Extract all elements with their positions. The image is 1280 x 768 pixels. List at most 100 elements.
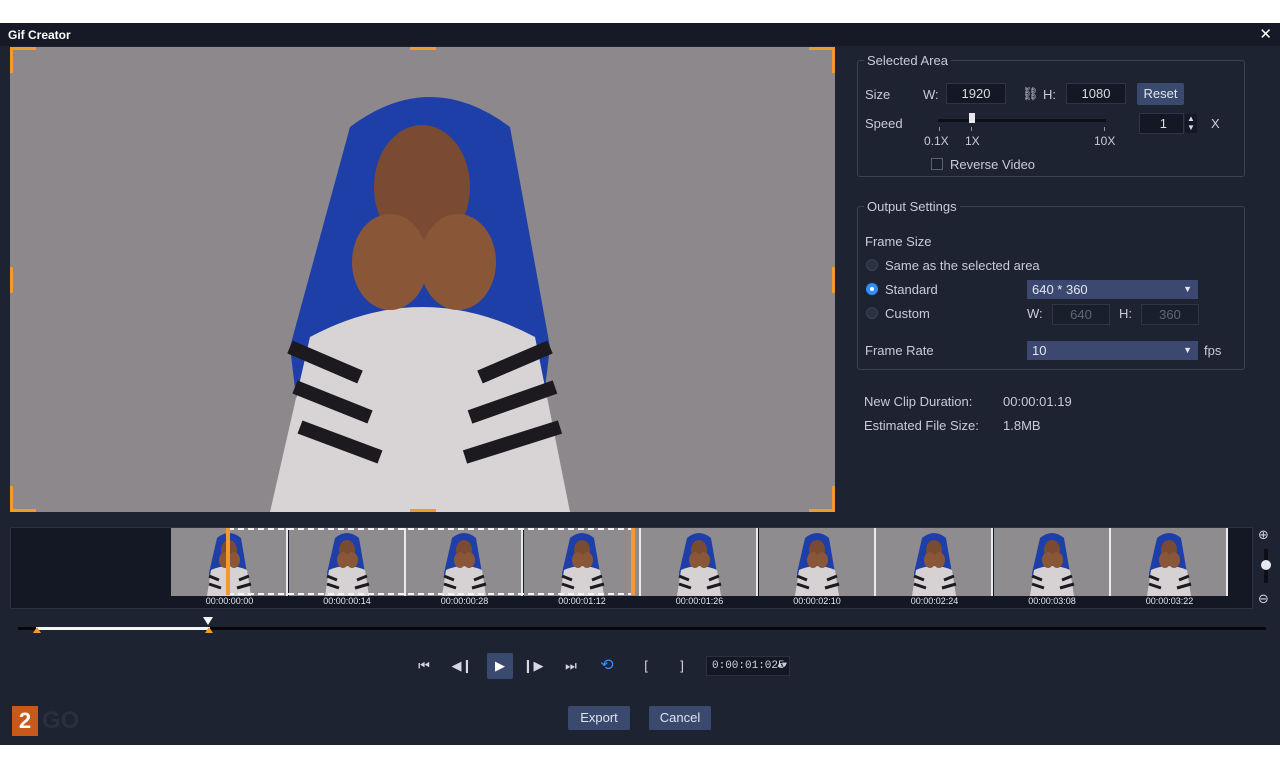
thumbnail-image (876, 528, 991, 596)
speed-tick (971, 127, 972, 131)
filesize-value: 1.8MB (1003, 418, 1041, 433)
frame-strip[interactable]: 00:00:00:00 00:00:00:14 00:00:00:28 00:00:0… (10, 527, 1253, 609)
crop-handle-right[interactable] (832, 267, 835, 293)
timecode-input[interactable]: 0:00:01:025 ▲▼ (706, 656, 790, 676)
crop-handle-bottom[interactable] (410, 509, 436, 512)
play-icon[interactable]: ▶ (487, 653, 513, 679)
zoom-in-icon[interactable]: ⊕ (1258, 527, 1274, 543)
crop-handle-left[interactable] (10, 267, 13, 293)
thumbnail-image (993, 528, 1109, 596)
logo-text: GO (42, 707, 80, 734)
size-label: Size (865, 87, 891, 102)
range-start-handle[interactable] (226, 528, 230, 595)
logo-badge: 2 (12, 706, 38, 736)
frame-rate-dropdown[interactable]: 10 ▼ (1027, 341, 1198, 360)
zoom-slider-thumb[interactable] (1261, 560, 1271, 570)
radio-same-as-selected[interactable] (866, 259, 878, 271)
mark-in-button[interactable]: [ (633, 653, 659, 679)
crop-handle-bottom-right[interactable] (809, 486, 835, 512)
frame-thumbnail[interactable] (993, 528, 1111, 596)
frame-size-label: Frame Size (865, 234, 932, 249)
frame-rate-value: 10 (1032, 343, 1047, 358)
dialog-title: Gif Creator (8, 28, 71, 42)
mark-out-button[interactable]: ] (669, 653, 695, 679)
selected-area-title: Selected Area (864, 53, 951, 68)
width-input[interactable]: 1920 (946, 83, 1006, 104)
frame-rate-unit: fps (1204, 343, 1222, 358)
title-bar: Gif Creator ✕ (0, 23, 1280, 46)
frame-timestamp: 00:00:01:12 (558, 596, 606, 606)
speed-slider-track[interactable] (938, 119, 1106, 122)
scrub-selected-range (36, 627, 210, 630)
cancel-button[interactable]: Cancel (649, 706, 711, 730)
previous-frame-icon[interactable]: ◀❙ (449, 653, 475, 679)
duration-label: New Clip Duration: (864, 394, 973, 409)
radio-custom[interactable] (866, 307, 878, 319)
speed-slider-thumb[interactable] (969, 113, 975, 123)
frame-timestamp: 00:00:03:22 (1145, 596, 1194, 606)
filesize-label: Estimated File Size: (864, 418, 979, 433)
radio-standard[interactable] (866, 283, 878, 295)
crop-handle-bottom-left[interactable] (10, 486, 36, 512)
chevron-down-icon: ▼ (1183, 345, 1192, 355)
crop-handle-top-left[interactable] (10, 47, 36, 73)
height-label: H: (1043, 87, 1056, 102)
standard-size-dropdown[interactable]: 640 * 360 ▼ (1027, 280, 1198, 299)
selected-area-group: Selected Area Size W: 1920 ⛓ H: 1080 Res… (857, 53, 1245, 177)
go-to-end-icon[interactable]: ⏭ (558, 653, 584, 679)
playhead-marker[interactable] (203, 617, 213, 625)
frame-timestamp: 00:00:02:10 (793, 596, 841, 606)
output-settings-title: Output Settings (864, 199, 960, 214)
chevron-down-icon: ▼ (1183, 284, 1192, 294)
go-to-start-icon[interactable]: ⏮ (411, 653, 437, 679)
speed-tick-label: 10X (1094, 134, 1116, 148)
export-button[interactable]: Export (568, 706, 630, 730)
height-input[interactable]: 1080 (1066, 83, 1126, 104)
zoom-out-icon[interactable]: ⊖ (1258, 591, 1274, 607)
option-custom-label: Custom (885, 306, 930, 321)
speed-unit: X (1211, 116, 1220, 131)
frame-rate-label: Frame Rate (865, 343, 934, 358)
close-button[interactable]: ✕ (1259, 25, 1272, 43)
reverse-video-checkbox[interactable] (931, 158, 943, 170)
spin-arrows-icon[interactable]: ▲▼ (777, 657, 787, 675)
thumbnail-image (1111, 528, 1226, 596)
standard-size-value: 640 * 360 (1032, 282, 1088, 297)
speed-spinbox[interactable]: 1 (1139, 113, 1184, 134)
frame-thumbnail[interactable] (1111, 528, 1228, 596)
gif-creator-dialog: Gif Creator ✕ Selected Area Size W: 1920… (0, 23, 1280, 745)
speed-tick (939, 127, 940, 131)
spin-arrows-icon[interactable]: ▲▼ (1185, 114, 1197, 133)
frame-timestamp: 00:00:02:24 (910, 596, 959, 606)
duration-value: 00:00:01.19 (1003, 394, 1072, 409)
custom-width-label: W: (1027, 306, 1043, 321)
frame-thumbnail[interactable] (641, 528, 758, 596)
option-same-label: Same as the selected area (885, 258, 1040, 273)
crop-handle-top[interactable] (410, 47, 436, 50)
range-end-handle[interactable] (631, 528, 635, 595)
frame-thumbnail[interactable] (758, 528, 876, 596)
next-frame-icon[interactable]: ❙▶ (520, 653, 546, 679)
reverse-video-label: Reverse Video (950, 157, 1036, 172)
custom-height-input[interactable]: 360 (1141, 304, 1199, 325)
custom-width-input[interactable]: 640 (1052, 304, 1110, 325)
speed-tick-label: 1X (965, 134, 980, 148)
frame-timestamp: 00:00:01:26 (675, 596, 724, 606)
reset-button[interactable]: Reset (1137, 83, 1184, 105)
frame-timestamp: 00:00:00:00 (205, 596, 254, 606)
speed-tick (1104, 127, 1105, 131)
chain-link-icon[interactable]: ⛓ (1022, 86, 1039, 102)
width-label: W: (923, 87, 939, 102)
crop-handle-top-right[interactable] (809, 47, 835, 73)
output-settings-group: Output Settings Frame Size Same as the s… (857, 199, 1245, 370)
video-preview[interactable] (10, 47, 835, 512)
preview-frame-image (10, 47, 835, 512)
frame-timestamp: 00:00:00:14 (323, 596, 371, 606)
frame-thumbnail[interactable] (876, 528, 993, 596)
loop-icon[interactable]: ⟲ (594, 653, 620, 679)
selection-range-box[interactable] (228, 528, 634, 595)
speed-label: Speed (865, 116, 903, 131)
custom-height-label: H: (1119, 306, 1132, 321)
timecode-value: 0:00:01:025 (712, 660, 785, 672)
speed-tick-label: 0.1X (924, 134, 949, 148)
